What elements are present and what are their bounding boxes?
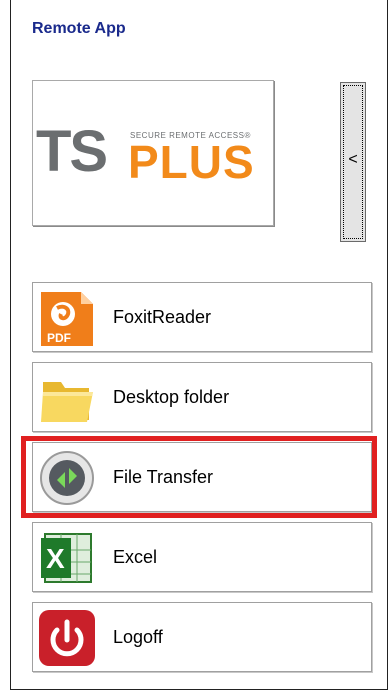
- chevron-left-icon: <: [348, 151, 358, 168]
- tsplus-logo-button[interactable]: TS SECURE REMOTE ACCESS® PLUS: [32, 80, 274, 226]
- excel-icon: X: [37, 528, 97, 588]
- highlight-box: [21, 436, 377, 518]
- app-button-logoff[interactable]: Logoff: [32, 602, 372, 672]
- app-label-excel: Excel: [113, 547, 158, 567]
- app-button-excel[interactable]: X Excel: [32, 522, 372, 592]
- foxit-pdf-icon: PDF: [37, 288, 97, 348]
- app-label-foxitreader: FoxitReader: [113, 307, 212, 327]
- app-button-desktop-folder[interactable]: Desktop folder: [32, 362, 372, 432]
- logo-plus-text: PLUS: [128, 136, 255, 188]
- excel-icon-letter: X: [46, 543, 65, 574]
- power-icon: [37, 608, 97, 668]
- app-label-logoff: Logoff: [113, 627, 163, 647]
- app-button-foxitreader[interactable]: PDF FoxitReader: [32, 282, 372, 352]
- pdf-icon-text: PDF: [47, 331, 71, 345]
- collapse-panel-button[interactable]: <: [340, 82, 366, 242]
- folder-icon: [37, 368, 97, 428]
- app-label-desktop-folder: Desktop folder: [113, 387, 230, 407]
- panel-title: Remote App: [32, 20, 126, 37]
- logo-ts-text: TS: [36, 119, 108, 184]
- tsplus-logo: TS SECURE REMOTE ACCESS® PLUS: [36, 119, 270, 185]
